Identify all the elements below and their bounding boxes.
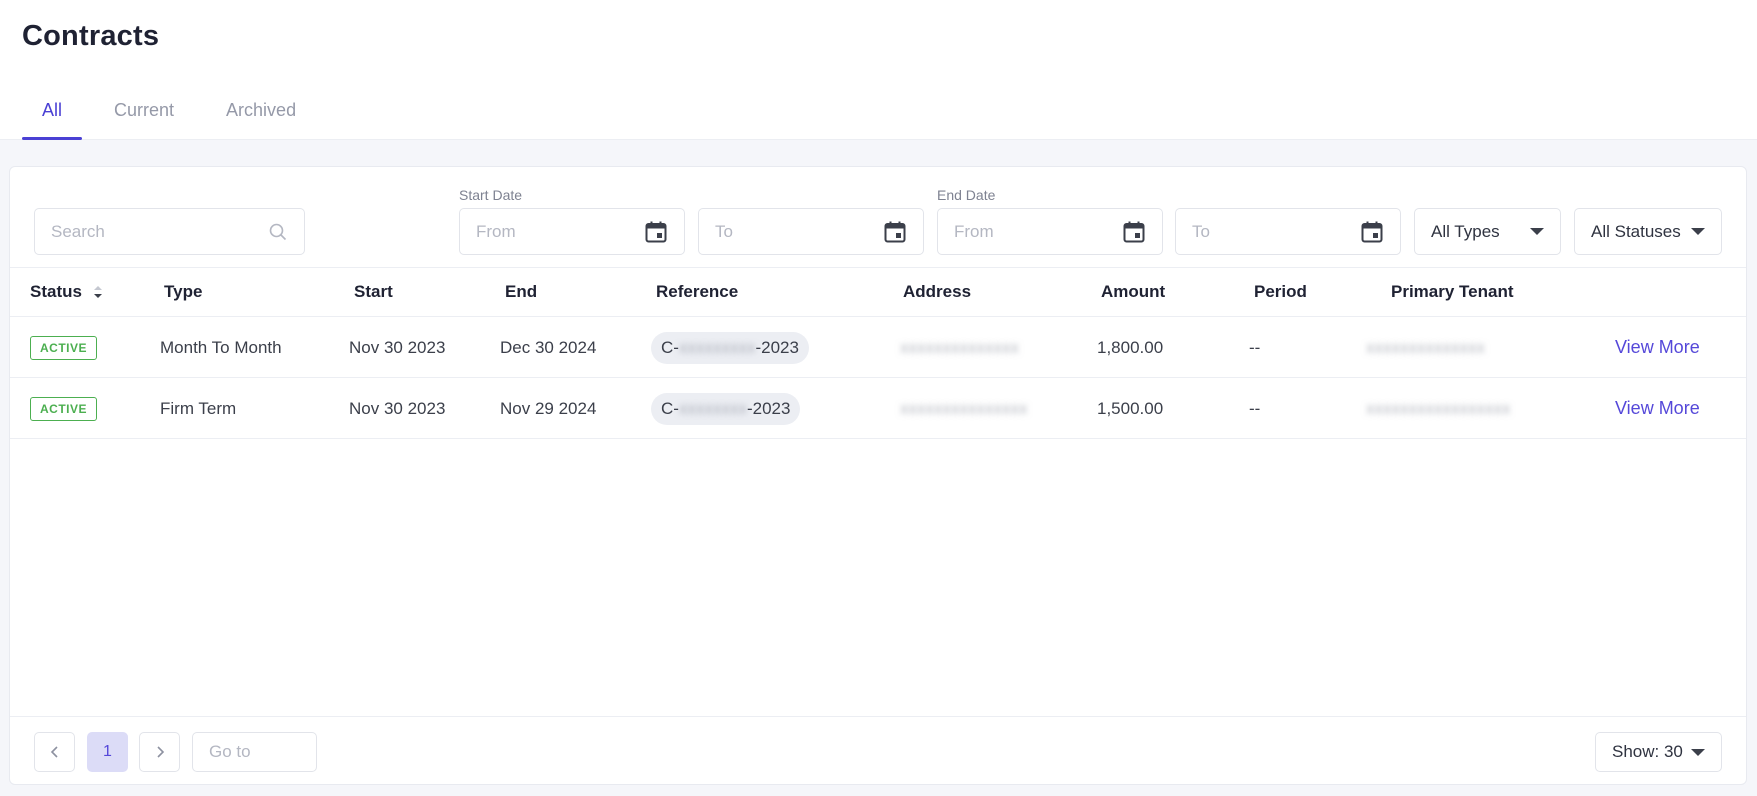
redacted-address: xxxxxxxxxxxxxxx xyxy=(900,398,1028,418)
tab-archived-label: Archived xyxy=(226,100,297,120)
redacted-reference: xxxxxxxxx xyxy=(678,337,756,357)
view-more-link[interactable]: View More xyxy=(1615,337,1700,358)
contracts-table: Status Type Start End Reference Address … xyxy=(10,267,1746,439)
search-icon xyxy=(268,222,288,242)
status-badge: ACTIVE xyxy=(30,396,98,421)
end-date-to-field[interactable]: To xyxy=(1175,208,1401,255)
table-header: Status Type Start End Reference Address … xyxy=(10,267,1746,317)
start-date-label: Start Date xyxy=(459,187,523,203)
reference-suffix: -2023 xyxy=(746,398,791,418)
chevron-down-icon xyxy=(1530,228,1544,235)
next-page-button[interactable] xyxy=(139,732,180,772)
column-header-primary-tenant: Primary Tenant xyxy=(1391,282,1514,301)
contracts-card: Search Start Date From To End Date From xyxy=(9,166,1747,785)
redacted-tenant: xxxxxxxxxxxxxx xyxy=(1366,337,1485,357)
status-select-value: All Statuses xyxy=(1591,221,1681,241)
redacted-tenant: xxxxxxxxxxxxxxxxx xyxy=(1366,398,1511,418)
redacted-reference: xxxxxxxx xyxy=(678,398,747,418)
chevron-down-icon xyxy=(1691,748,1705,756)
amount-cell: 1,800.00 xyxy=(1097,337,1164,357)
prev-page-button[interactable] xyxy=(34,732,75,772)
page-header: Contracts All Current Archived xyxy=(0,0,1757,140)
column-header-type: Type xyxy=(164,282,203,301)
reference-suffix: -2023 xyxy=(755,337,799,357)
status-badge: ACTIVE xyxy=(30,335,98,360)
column-status-label: Status xyxy=(30,282,82,301)
sort-icon[interactable] xyxy=(92,283,104,301)
pagination-bar: 1 Go to Show: 30 xyxy=(10,716,1746,784)
start-date-to-field[interactable]: To xyxy=(698,208,924,255)
table-row: ACTIVE Firm Term Nov 30 2023 Nov 29 2024… xyxy=(10,378,1746,439)
calendar-icon xyxy=(1360,220,1384,244)
column-header-reference: Reference xyxy=(656,282,739,301)
redacted-address: xxxxxxxxxxxxxx xyxy=(900,337,1019,357)
page-size-value: Show: 30 xyxy=(1612,742,1683,761)
calendar-icon xyxy=(644,220,668,244)
calendar-icon xyxy=(1122,220,1146,244)
start-cell: Nov 30 2023 xyxy=(349,398,446,418)
tab-archived[interactable]: Archived xyxy=(206,92,316,140)
filters-bar: Search Start Date From To End Date From xyxy=(10,167,1746,267)
tab-all[interactable]: All xyxy=(22,92,83,140)
calendar-icon xyxy=(883,220,907,244)
column-header-amount: Amount xyxy=(1101,282,1166,301)
end-date-label: End Date xyxy=(937,187,996,203)
type-select[interactable]: All Types xyxy=(1414,208,1561,255)
tab-all-label: All xyxy=(42,100,63,120)
reference-pill: C- xxxxxxxx -2023 xyxy=(651,392,801,425)
table-row: ACTIVE Month To Month Nov 30 2023 Dec 30… xyxy=(10,317,1746,378)
status-select[interactable]: All Statuses xyxy=(1574,208,1722,255)
end-to-placeholder: To xyxy=(1192,221,1210,241)
column-header-address: Address xyxy=(903,282,972,301)
chevron-right-icon xyxy=(154,745,166,759)
period-cell: -- xyxy=(1249,398,1261,418)
tab-current[interactable]: Current xyxy=(94,92,194,140)
column-header-status[interactable]: Status xyxy=(30,282,104,302)
search-input[interactable]: Search xyxy=(34,208,305,255)
end-date-from-field[interactable]: From xyxy=(937,208,1163,255)
go-to-page-input[interactable]: Go to xyxy=(192,732,317,772)
type-cell: Month To Month xyxy=(160,337,282,357)
end-cell: Dec 30 2024 xyxy=(500,337,597,357)
page-button-1[interactable]: 1 xyxy=(87,732,128,772)
reference-pill: C- xxxxxxxxx -2023 xyxy=(651,331,809,364)
search-placeholder: Search xyxy=(51,221,105,241)
period-cell: -- xyxy=(1249,337,1261,357)
start-from-placeholder: From xyxy=(476,221,516,241)
tab-current-label: Current xyxy=(114,100,175,120)
type-cell: Firm Term xyxy=(160,398,237,418)
go-to-placeholder: Go to xyxy=(209,742,251,761)
page-title: Contracts xyxy=(22,20,160,52)
view-more-link[interactable]: View More xyxy=(1615,398,1700,419)
chevron-down-icon xyxy=(1691,228,1705,235)
amount-cell: 1,500.00 xyxy=(1097,398,1164,418)
page-size-select[interactable]: Show: 30 xyxy=(1595,732,1722,772)
end-from-placeholder: From xyxy=(954,221,994,241)
column-header-start: Start xyxy=(354,282,393,301)
reference-prefix: C- xyxy=(661,337,679,357)
tabs: All Current Archived xyxy=(22,92,328,140)
start-date-from-field[interactable]: From xyxy=(459,208,685,255)
start-to-placeholder: To xyxy=(715,221,733,241)
column-header-period: Period xyxy=(1254,282,1307,301)
reference-prefix: C- xyxy=(661,398,679,418)
column-header-end: End xyxy=(505,282,538,301)
type-select-value: All Types xyxy=(1431,221,1500,241)
end-cell: Nov 29 2024 xyxy=(500,398,597,418)
start-cell: Nov 30 2023 xyxy=(349,337,446,357)
chevron-left-icon xyxy=(49,745,61,759)
